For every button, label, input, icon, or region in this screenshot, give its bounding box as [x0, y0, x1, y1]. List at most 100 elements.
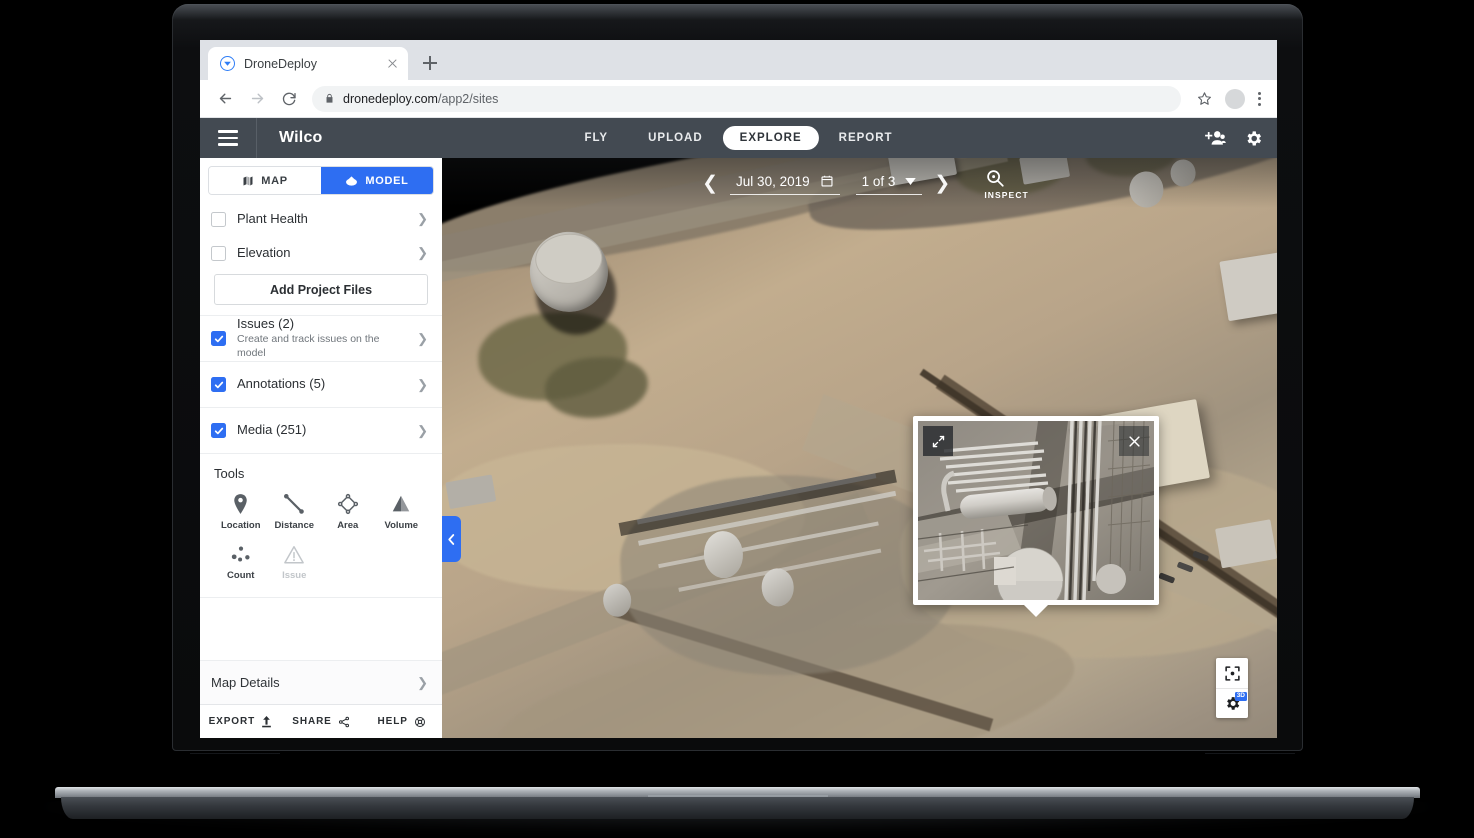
tools-title: Tools [214, 466, 428, 481]
map-model-toggle-wrap: MAP MODEL [200, 158, 442, 202]
browser-tab[interactable]: DroneDeploy [208, 47, 408, 80]
map-counter-dropdown[interactable]: 1 of 3 [856, 172, 923, 195]
group-media[interactable]: Media (251) ❯ [200, 407, 442, 453]
chevron-right-icon[interactable]: ❯ [417, 245, 428, 261]
group-list: Issues (2) Create and track issues on th… [200, 315, 442, 453]
callout-pointer [1023, 604, 1049, 617]
photo-callout[interactable] [913, 416, 1159, 605]
add-project-files-wrap: Add Project Files [200, 270, 442, 315]
prev-date-button[interactable]: ❮ [690, 174, 730, 193]
date-navigation-bar: ❮ Jul 30, 2019 1 of 3 ❯ [442, 158, 1277, 208]
nav-item-upload[interactable]: UPLOAD [628, 126, 723, 150]
new-tab-button[interactable] [416, 49, 444, 77]
date-picker[interactable]: Jul 30, 2019 [730, 172, 840, 195]
checkbox-plant-health[interactable] [211, 212, 226, 227]
back-arrow-icon[interactable] [210, 84, 240, 114]
tab-map-label: MAP [261, 175, 288, 187]
group-issues-sub: Create and track issues on the model [237, 333, 406, 360]
group-media-title: Media (251) [237, 422, 406, 438]
date-value: Jul 30, 2019 [736, 174, 810, 189]
hamburger-icon[interactable] [200, 130, 256, 145]
help-button[interactable]: HELP [361, 716, 442, 728]
layer-elevation[interactable]: Elevation ❯ [200, 236, 442, 270]
tool-distance-label: Distance [274, 520, 314, 531]
sidebar: MAP MODEL Plant Health [200, 158, 442, 738]
model-viewer[interactable]: ❮ Jul 30, 2019 1 of 3 ❯ [442, 158, 1277, 738]
add-project-files-button[interactable]: Add Project Files [214, 274, 428, 305]
tab-map[interactable]: MAP [209, 167, 321, 194]
tool-issue[interactable]: Issue [268, 539, 322, 581]
base-body [61, 797, 1414, 819]
export-label: EXPORT [209, 716, 256, 727]
group-issues[interactable]: Issues (2) Create and track issues on th… [200, 315, 442, 361]
avatar[interactable] [1225, 89, 1245, 109]
expand-arrows-icon[interactable] [923, 426, 953, 456]
lock-icon [324, 93, 335, 104]
chevron-right-icon[interactable]: ❯ [417, 423, 428, 439]
dronedeploy-favicon [220, 56, 235, 71]
tool-issue-label: Issue [282, 570, 306, 581]
next-date-button[interactable]: ❯ [922, 174, 962, 193]
collapse-sidebar-button[interactable] [442, 516, 461, 562]
tool-volume[interactable]: Volume [375, 489, 429, 531]
checkbox-annotations[interactable] [211, 377, 226, 392]
checkbox-elevation[interactable] [211, 246, 226, 261]
checkbox-issues[interactable] [211, 331, 226, 346]
app-header: Wilco FLY UPLOAD EXPLORE REPORT [200, 118, 1277, 158]
export-button[interactable]: EXPORT [200, 716, 281, 728]
chevron-right-icon[interactable]: ❯ [417, 331, 428, 347]
group-annotations[interactable]: Annotations (5) ❯ [200, 361, 442, 407]
help-label: HELP [378, 716, 408, 727]
checkbox-media[interactable] [211, 423, 226, 438]
star-icon[interactable] [1189, 84, 1219, 114]
gear-icon[interactable] [1244, 129, 1263, 148]
tools-grid: Location Distance Area [214, 489, 428, 581]
tool-area[interactable]: Area [321, 489, 375, 531]
browser-toolbar: dronedeploy.com/app2/sites [200, 80, 1277, 118]
layer-list: Plant Health ❯ Elevation ❯ [200, 202, 442, 270]
nav-item-explore[interactable]: EXPLORE [723, 126, 819, 150]
add-person-icon[interactable] [1204, 129, 1226, 147]
map-details-row[interactable]: Map Details ❯ [200, 660, 442, 704]
inspect-button[interactable]: INSPECT [984, 167, 1029, 200]
header-actions [1204, 129, 1263, 148]
chevron-right-icon[interactable]: ❯ [417, 675, 428, 691]
nav-item-fly[interactable]: FLY [564, 126, 628, 150]
tool-volume-label: Volume [384, 520, 418, 531]
tab-model[interactable]: MODEL [321, 167, 433, 194]
forward-arrow-icon[interactable] [242, 84, 272, 114]
group-issues-title: Issues (2) [237, 316, 406, 332]
nav-item-report[interactable]: REPORT [819, 126, 913, 150]
chevron-right-icon[interactable]: ❯ [417, 211, 428, 227]
address-bar[interactable]: dronedeploy.com/app2/sites [312, 86, 1181, 112]
model-settings-gear-icon[interactable]: 3D [1216, 688, 1248, 718]
reload-icon[interactable] [274, 84, 304, 114]
dronedeploy-app: Wilco FLY UPLOAD EXPLORE REPORT [200, 118, 1277, 738]
lifebuoy-icon [414, 716, 426, 728]
share-button[interactable]: SHARE [281, 716, 362, 728]
group-issues-text: Issues (2) Create and track issues on th… [237, 316, 406, 361]
group-annotations-title: Annotations (5) [237, 376, 406, 392]
tool-count[interactable]: Count [214, 539, 268, 581]
layer-plant-health-label: Plant Health [237, 211, 406, 227]
sidebar-spacer [200, 597, 442, 660]
polygon-icon [337, 489, 359, 515]
three-dot-menu-icon[interactable] [1251, 89, 1267, 109]
close-icon[interactable] [1119, 426, 1149, 456]
laptop-frame: DroneDeploy dronedeploy.com/app2/sites [0, 0, 1474, 838]
tool-location[interactable]: Location [214, 489, 268, 531]
browser-tabstrip: DroneDeploy [200, 40, 1277, 80]
map-model-toggle: MAP MODEL [208, 166, 434, 195]
map-icon [242, 175, 254, 187]
dots-count-icon [230, 539, 252, 565]
model-icon [345, 175, 358, 187]
chevron-right-icon[interactable]: ❯ [417, 377, 428, 393]
layer-elevation-label: Elevation [237, 245, 406, 261]
recenter-focus-icon[interactable] [1216, 658, 1248, 688]
badge-3d: 3D [1235, 692, 1247, 701]
tab-model-label: MODEL [365, 175, 408, 187]
close-tab-icon[interactable] [384, 56, 400, 72]
layer-plant-health[interactable]: Plant Health ❯ [200, 202, 442, 236]
ruler-line-icon [283, 489, 305, 515]
tool-distance[interactable]: Distance [268, 489, 322, 531]
